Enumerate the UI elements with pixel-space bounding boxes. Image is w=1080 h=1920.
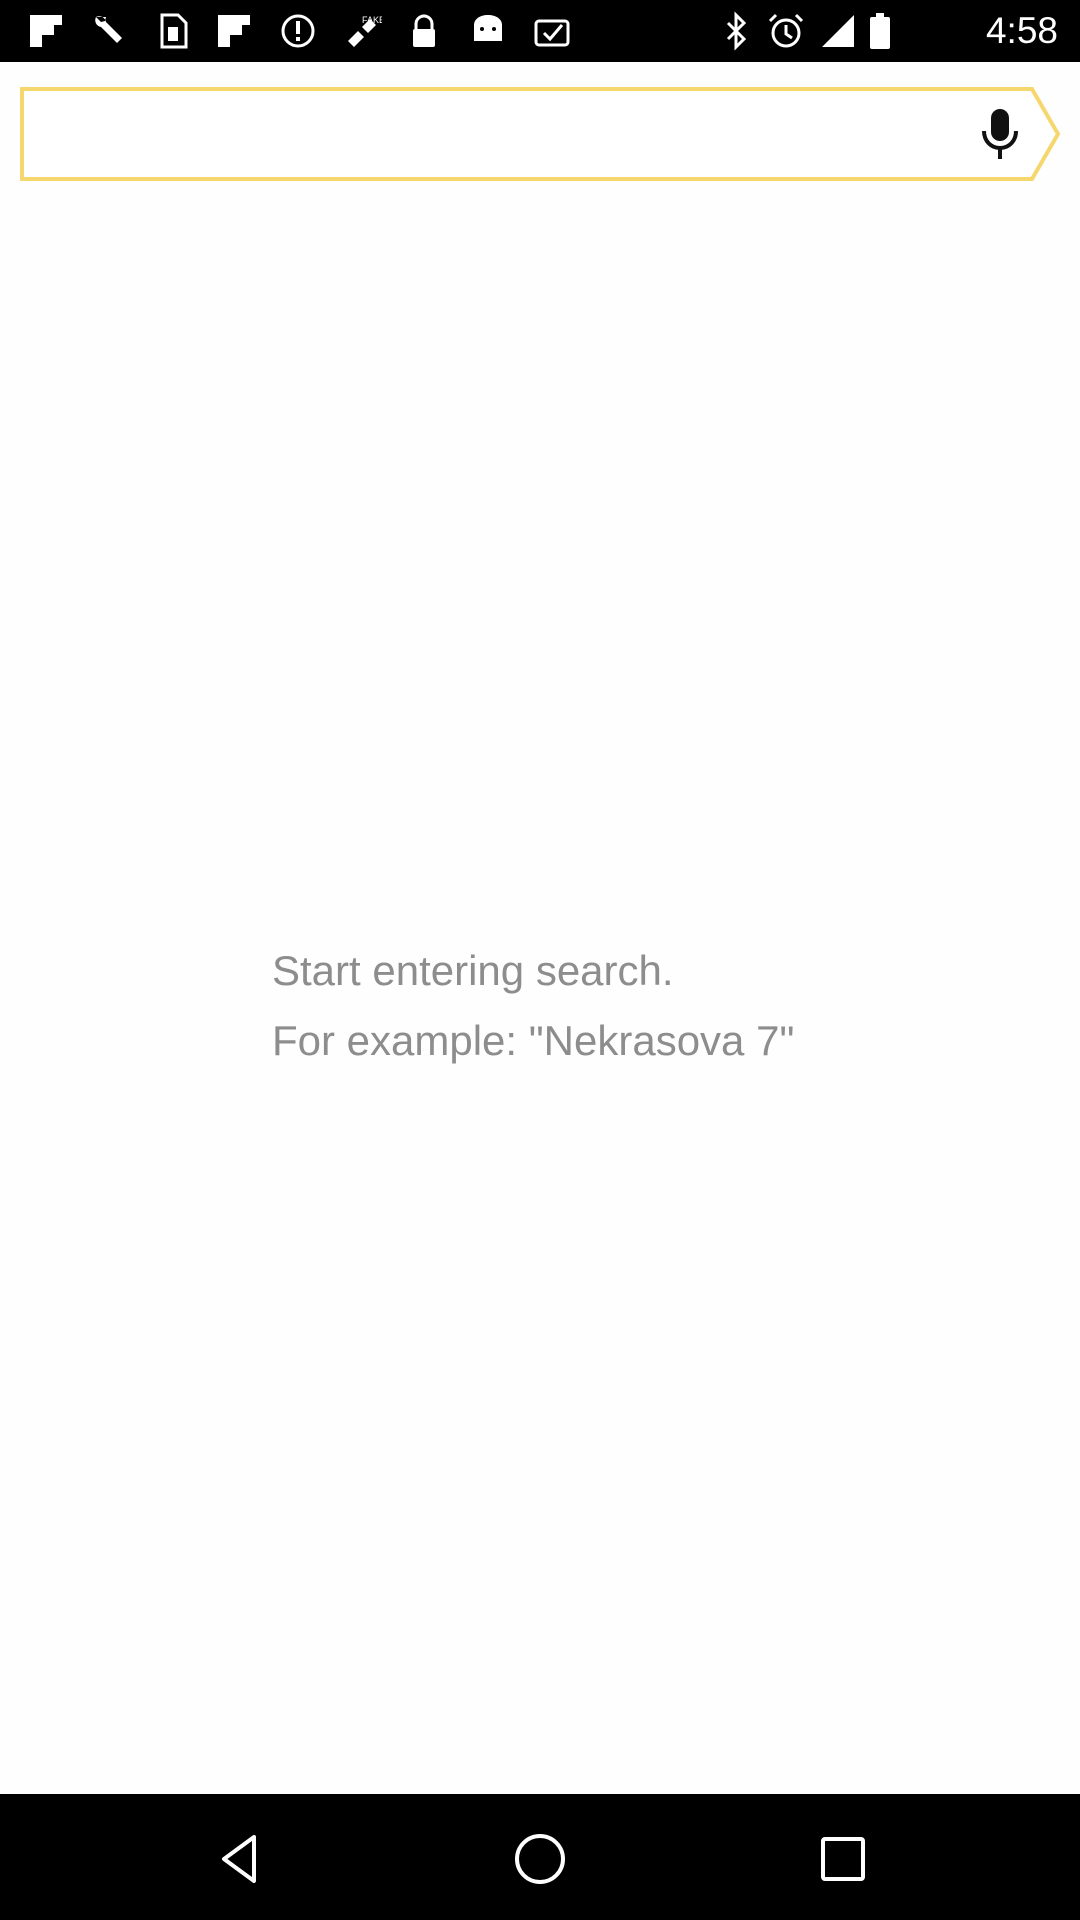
- recents-button[interactable]: [808, 1824, 878, 1894]
- sim-card-icon: [152, 11, 192, 51]
- search-hint: Start entering search. For example: "Nek…: [272, 936, 832, 1076]
- bluetooth-icon: [716, 11, 756, 51]
- navigation-bar: [0, 1794, 1080, 1920]
- flipboard-icon: [214, 11, 254, 51]
- fake-gps-icon: FAKE: [342, 11, 382, 51]
- back-button[interactable]: [205, 1824, 275, 1894]
- hint-line-2: For example: "Nekrasova 7": [272, 1017, 795, 1064]
- search-input[interactable]: [34, 95, 944, 173]
- microphone-icon: [982, 109, 1018, 159]
- wrench-icon: [88, 11, 128, 51]
- search-bar: [20, 87, 1060, 181]
- alarm-icon: [766, 11, 806, 51]
- hint-line-1: Start entering search.: [272, 947, 674, 994]
- voice-search-button[interactable]: [950, 99, 1050, 169]
- clipboard-check-icon: [532, 11, 572, 51]
- battery-icon: [866, 11, 894, 51]
- svg-text:FAKE: FAKE: [362, 15, 382, 25]
- status-bar: FAKE 4:58: [0, 0, 1080, 62]
- signal-icon: [818, 11, 858, 51]
- alert-icon: [278, 11, 318, 51]
- android-icon: [468, 11, 508, 51]
- home-button[interactable]: [505, 1824, 575, 1894]
- lock-icon: [404, 11, 444, 51]
- recents-square-icon: [821, 1837, 865, 1881]
- home-circle-icon: [515, 1834, 565, 1884]
- clock: 4:58: [985, 10, 1058, 51]
- back-triangle-icon: [222, 1835, 256, 1883]
- flipboard-icon: [26, 11, 66, 51]
